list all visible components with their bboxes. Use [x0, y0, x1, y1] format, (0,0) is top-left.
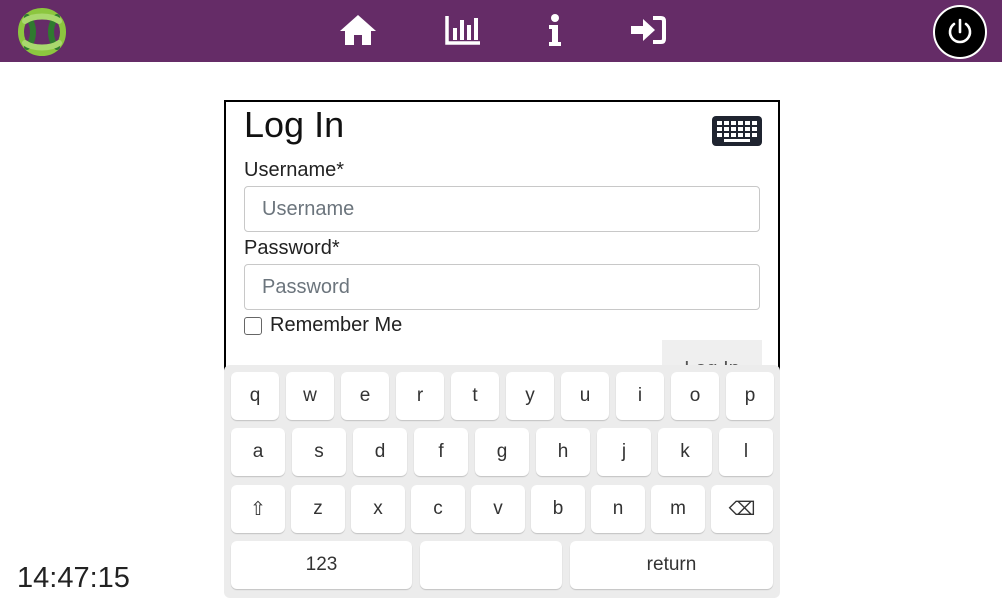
numbers-key[interactable]: 123: [231, 541, 412, 589]
login-nav-button[interactable]: [627, 10, 669, 50]
key-h[interactable]: h: [536, 428, 590, 476]
key-e[interactable]: e: [341, 372, 389, 420]
key-s[interactable]: s: [292, 428, 346, 476]
key-p[interactable]: p: [726, 372, 774, 420]
key-v[interactable]: v: [471, 485, 525, 533]
on-screen-keyboard: q w e r t y u i o p a s d f g h j k l ⇧ …: [224, 365, 780, 598]
info-icon: [549, 14, 561, 46]
top-navigation-bar: [0, 0, 1002, 62]
username-label: Username*: [244, 159, 345, 181]
key-n[interactable]: n: [591, 485, 645, 533]
keyboard-toggle-button[interactable]: [712, 116, 762, 146]
username-input[interactable]: [244, 186, 760, 232]
key-o[interactable]: o: [671, 372, 719, 420]
shift-key[interactable]: ⇧: [231, 485, 285, 533]
key-g[interactable]: g: [475, 428, 529, 476]
key-f[interactable]: f: [414, 428, 468, 476]
info-nav-button[interactable]: [538, 10, 572, 50]
statistics-nav-button[interactable]: [442, 10, 484, 50]
key-l[interactable]: l: [719, 428, 773, 476]
logo-icon: [18, 8, 66, 56]
key-y[interactable]: y: [506, 372, 554, 420]
key-d[interactable]: d: [353, 428, 407, 476]
key-j[interactable]: j: [597, 428, 651, 476]
login-panel: Log In Username* Password* Remember Me L…: [224, 100, 780, 390]
chart-icon: [445, 16, 480, 45]
key-t[interactable]: t: [451, 372, 499, 420]
power-icon: [948, 18, 972, 44]
remember-me-label: Remember Me: [270, 314, 403, 336]
key-z[interactable]: z: [291, 485, 345, 533]
password-label: Password*: [244, 237, 340, 259]
key-r[interactable]: r: [396, 372, 444, 420]
key-k[interactable]: k: [658, 428, 712, 476]
home-nav-button[interactable]: [336, 10, 380, 50]
key-c[interactable]: c: [411, 485, 465, 533]
power-button[interactable]: [933, 5, 987, 59]
key-b[interactable]: b: [531, 485, 585, 533]
key-x[interactable]: x: [351, 485, 405, 533]
space-key[interactable]: [420, 541, 562, 589]
key-u[interactable]: u: [561, 372, 609, 420]
key-w[interactable]: w: [286, 372, 334, 420]
return-key[interactable]: return: [570, 541, 773, 589]
key-m[interactable]: m: [651, 485, 705, 533]
key-a[interactable]: a: [231, 428, 285, 476]
key-i[interactable]: i: [616, 372, 664, 420]
password-input[interactable]: [244, 264, 760, 310]
sign-in-icon: [631, 16, 666, 44]
home-icon: [340, 15, 376, 45]
backspace-key[interactable]: ⌫: [711, 485, 773, 533]
remember-me-checkbox[interactable]: [244, 316, 262, 335]
keyboard-icon: [712, 116, 762, 146]
key-q[interactable]: q: [231, 372, 279, 420]
clock-display: 14:47:15: [17, 562, 130, 594]
remember-me-row[interactable]: Remember Me: [244, 314, 402, 337]
login-title: Log In: [244, 104, 345, 145]
